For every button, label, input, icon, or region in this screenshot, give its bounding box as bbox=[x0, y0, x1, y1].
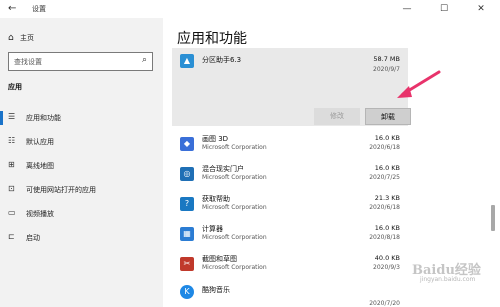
app-publisher: Microsoft Corporation bbox=[202, 204, 267, 211]
annotation-arrow-icon bbox=[397, 70, 441, 98]
sidebar-item-apps-for-websites[interactable]: ⊡ 可使用网站打开的应用 bbox=[0, 178, 163, 202]
sidebar-item-label: 可使用网站打开的应用 bbox=[26, 186, 96, 194]
list-item[interactable]: ✂ 截图和草图 Microsoft Corporation 40.0 KB 20… bbox=[172, 251, 408, 280]
mixed-reality-icon: ◎ bbox=[180, 167, 194, 181]
list-item[interactable]: ? 获取帮助 Microsoft Corporation 21.3 KB 202… bbox=[172, 191, 408, 220]
default-apps-icon: ☷ bbox=[8, 136, 16, 145]
list-item[interactable]: ◆ 画图 3D Microsoft Corporation 16.0 KB 20… bbox=[172, 131, 408, 160]
sidebar-item-default-apps[interactable]: ☷ 默认应用 bbox=[0, 130, 163, 154]
back-arrow-icon[interactable]: ← bbox=[8, 3, 16, 14]
app-name: 截图和草图 bbox=[202, 255, 237, 263]
kugou-music-icon: K bbox=[180, 285, 194, 299]
modify-button[interactable]: 修改 bbox=[314, 108, 360, 125]
list-item[interactable]: ▦ 计算器 Microsoft Corporation 16.0 KB 2020… bbox=[172, 221, 408, 250]
sidebar-item-label: 离线地图 bbox=[26, 162, 54, 170]
get-help-icon: ? bbox=[180, 197, 194, 211]
close-button[interactable]: ✕ bbox=[470, 2, 492, 16]
sidebar-item-label: 启动 bbox=[26, 234, 40, 242]
app-size: 21.3 KB bbox=[374, 194, 400, 202]
app-size: 58.7 MB bbox=[373, 55, 400, 63]
sidebar-item-video-playback[interactable]: ▭ 视频播放 bbox=[0, 202, 163, 226]
app-size: 16.0 KB bbox=[374, 134, 400, 142]
app-name: 计算器 bbox=[202, 225, 223, 233]
home-label: 主页 bbox=[19, 34, 34, 42]
app-name: 酷狗音乐 bbox=[202, 286, 230, 294]
sidebar: ⌂ 主页 查找设置 ⌕ 应用 ☰ 应用和功能 ☷ 默认应用 ⊞ 离线地图 ⊡ 可… bbox=[0, 18, 163, 307]
active-indicator bbox=[0, 111, 3, 125]
app-date: 2020/8/18 bbox=[369, 234, 400, 241]
list-item[interactable]: 2020/7/20 bbox=[172, 300, 408, 307]
app-name: 获取帮助 bbox=[202, 195, 230, 203]
map-icon: ⊞ bbox=[8, 160, 15, 169]
app-date: 2020/6/18 bbox=[369, 144, 400, 151]
app-publisher: Microsoft Corporation bbox=[202, 174, 267, 181]
app-size: 40.0 KB bbox=[374, 254, 400, 262]
title-bar: ← 设置 — ☐ ✕ bbox=[0, 0, 500, 18]
search-placeholder: 查找设置 bbox=[14, 58, 42, 66]
app-publisher: Microsoft Corporation bbox=[202, 264, 267, 271]
app-date: 2020/7/25 bbox=[369, 174, 400, 181]
video-icon: ▭ bbox=[8, 208, 16, 217]
minimize-button[interactable]: — bbox=[396, 2, 418, 16]
uninstall-button[interactable]: 卸载 bbox=[365, 108, 411, 125]
app-name: 混合现实门户 bbox=[202, 165, 244, 173]
calculator-icon: ▦ bbox=[180, 227, 194, 241]
app-name: 分区助手6.3 bbox=[202, 56, 242, 64]
sidebar-item-label: 视频播放 bbox=[26, 210, 54, 218]
maximize-button[interactable]: ☐ bbox=[433, 2, 455, 16]
app-publisher: Microsoft Corporation bbox=[202, 234, 267, 241]
list-item[interactable]: ◎ 混合现实门户 Microsoft Corporation 16.0 KB 2… bbox=[172, 161, 408, 190]
app-publisher: Microsoft Corporation bbox=[202, 144, 267, 151]
home-icon: ⌂ bbox=[8, 33, 14, 43]
section-title: 应用 bbox=[8, 83, 22, 91]
snip-sketch-icon: ✂ bbox=[180, 257, 194, 271]
app-date: 2020/9/3 bbox=[373, 264, 400, 271]
website-apps-icon: ⊡ bbox=[8, 184, 15, 193]
sidebar-item-label: 默认应用 bbox=[26, 138, 54, 146]
sidebar-item-apps-features[interactable]: ☰ 应用和功能 bbox=[0, 106, 163, 130]
sidebar-home[interactable]: ⌂ 主页 bbox=[8, 33, 34, 43]
selected-app-row[interactable]: ▲ 分区助手6.3 58.7 MB 2020/9/7 修改 卸载 bbox=[172, 48, 411, 126]
sidebar-item-offline-maps[interactable]: ⊞ 离线地图 bbox=[0, 154, 163, 178]
app-size: 16.0 KB bbox=[374, 164, 400, 172]
search-input[interactable]: 查找设置 ⌕ bbox=[8, 52, 153, 71]
sidebar-item-startup[interactable]: ⊏ 启动 bbox=[0, 226, 163, 250]
paint3d-icon: ◆ bbox=[180, 137, 194, 151]
app-date: 2020/7/20 bbox=[369, 300, 400, 307]
sidebar-item-label: 应用和功能 bbox=[26, 114, 61, 122]
list-icon: ☰ bbox=[8, 112, 16, 121]
search-icon: ⌕ bbox=[141, 55, 147, 65]
scrollbar-thumb[interactable] bbox=[491, 205, 495, 231]
app-name: 画图 3D bbox=[202, 135, 229, 143]
app-date: 2020/6/18 bbox=[369, 204, 400, 211]
partition-assistant-icon: ▲ bbox=[180, 54, 194, 68]
startup-icon: ⊏ bbox=[8, 232, 15, 241]
app-size: 16.0 KB bbox=[374, 224, 400, 232]
window-title: 设置 bbox=[32, 5, 46, 13]
page-title: 应用和功能 bbox=[177, 31, 247, 47]
watermark-subtext: jingyan.baidu.com bbox=[420, 276, 476, 283]
